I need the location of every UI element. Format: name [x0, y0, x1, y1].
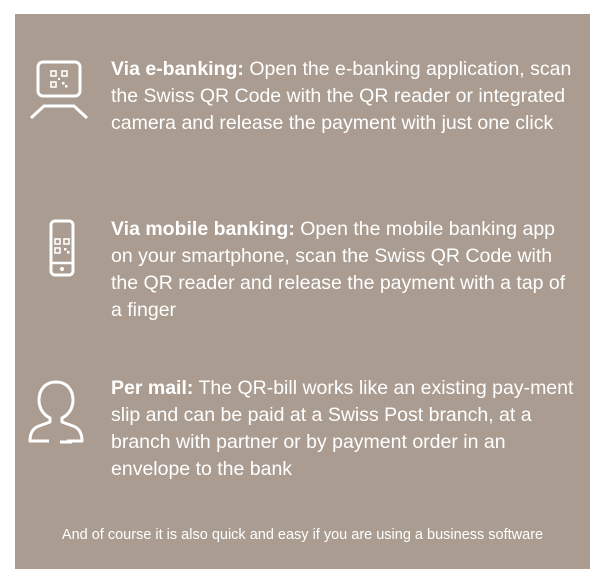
ebanking-text: Via e-banking: Open the e-banking applic… — [111, 56, 581, 137]
mobile-banking-title: Via mobile banking: — [111, 218, 295, 240]
per-mail-text: Per mail: The QR-bill works like an exis… — [111, 375, 581, 483]
footer-note: And of course it is also quick and easy … — [61, 527, 544, 543]
payment-info-card: Via e-banking: Open the e-banking applic… — [15, 14, 590, 569]
monitor-qr-icon — [29, 60, 89, 120]
smartphone-qr-icon — [49, 219, 75, 277]
ebanking-title: Via e-banking: — [111, 58, 244, 80]
person-icon — [28, 380, 84, 444]
mobile-banking-text: Via mobile banking: Open the mobile bank… — [111, 216, 581, 324]
per-mail-title: Per mail: — [111, 377, 194, 399]
